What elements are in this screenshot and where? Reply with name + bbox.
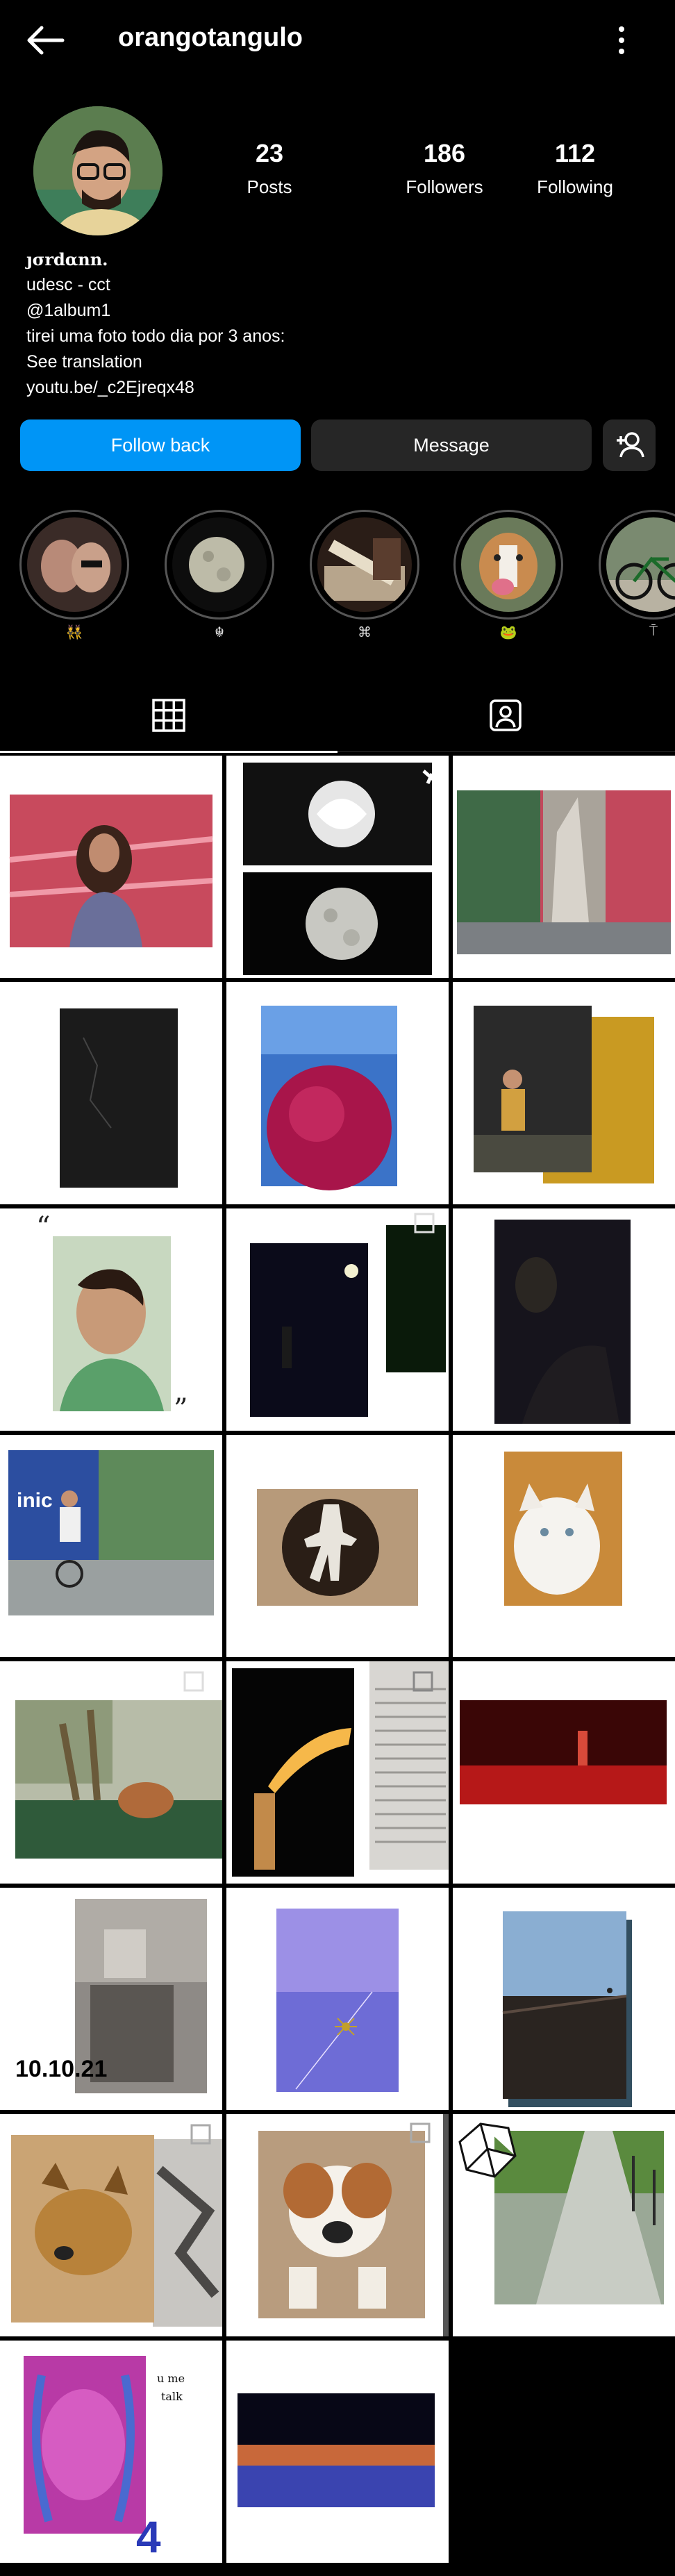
highlight-3[interactable] <box>310 510 419 620</box>
post-6[interactable] <box>453 982 675 1204</box>
svg-text:”: ” <box>174 1393 188 1425</box>
svg-text:u me: u me <box>157 2372 185 2385</box>
followers-count-label: Followers <box>406 176 483 197</box>
svg-text:inic: inic <box>17 1489 53 1512</box>
active-tab-indicator <box>0 751 338 753</box>
svg-text:talk: talk <box>161 2390 183 2403</box>
posts-count-value: 23 <box>255 139 284 167</box>
post-1[interactable] <box>0 756 222 978</box>
post-13[interactable] <box>0 1661 222 1884</box>
post-16[interactable]: 10.10.21 <box>0 1888 222 2110</box>
post-19[interactable] <box>0 2114 222 2336</box>
bio-url-link[interactable]: youtu.be/_c2Ejreqx48 <box>26 375 285 401</box>
highlight-4-label: 🐸 <box>499 625 517 640</box>
post-11[interactable] <box>226 1435 449 1657</box>
post-17[interactable] <box>226 1888 449 2110</box>
highlight-3-cover <box>317 517 412 612</box>
posts-grid: “” inic 10.10.21 u me talk 4 <box>0 756 675 2576</box>
display-name: ȷσrdαnn. <box>26 249 108 269</box>
highlight-5[interactable] <box>599 510 675 620</box>
tagged-person-icon <box>490 699 522 731</box>
followers-count[interactable]: 186 Followers <box>375 139 514 198</box>
post-16-date-overlay: 10.10.21 <box>15 2056 108 2082</box>
highlight-2-label: ☬ <box>214 625 225 640</box>
highlight-4[interactable] <box>453 510 563 620</box>
tagged-tab[interactable] <box>488 698 523 733</box>
add-person-icon <box>617 432 644 458</box>
post-4[interactable] <box>0 982 222 1204</box>
post-8[interactable] <box>226 1208 449 1431</box>
bio-mention-link[interactable]: @1album1 <box>26 298 285 324</box>
highlight-1-cover <box>27 517 122 612</box>
highlight-1-label: 👯 <box>65 625 83 640</box>
posts-count[interactable]: 23 Posts <box>200 139 339 198</box>
post-5[interactable] <box>226 982 449 1204</box>
posts-count-label: Posts <box>247 176 292 197</box>
post-22-number-overlay: 4 <box>136 2512 161 2562</box>
grid-icon <box>152 699 185 732</box>
following-count[interactable]: 112 Following <box>506 139 644 198</box>
post-12[interactable] <box>453 1435 675 1657</box>
highlight-5-label: ⍑ <box>649 624 658 639</box>
post-14[interactable] <box>226 1661 449 1884</box>
top-bar: orangotangulo <box>0 0 675 80</box>
highlight-4-cover <box>461 517 556 612</box>
post-3[interactable] <box>453 756 675 978</box>
post-20[interactable] <box>226 2114 449 2336</box>
post-9[interactable] <box>453 1208 675 1431</box>
post-10[interactable]: inic <box>0 1435 222 1657</box>
post-15[interactable] <box>453 1661 675 1884</box>
avatar[interactable] <box>33 106 162 235</box>
highlight-5-cover <box>606 517 675 612</box>
following-count-value: 112 <box>554 139 596 167</box>
profile-username: orangotangulo <box>118 23 303 52</box>
highlight-1[interactable] <box>19 510 129 620</box>
message-button[interactable]: Message <box>311 419 592 471</box>
followers-count-value: 186 <box>423 139 466 167</box>
follow-back-button[interactable]: Follow back <box>20 419 301 471</box>
grid-view-tab[interactable] <box>151 698 186 733</box>
post-23[interactable] <box>226 2341 449 2563</box>
post-2[interactable] <box>226 756 449 978</box>
following-count-label: Following <box>537 176 613 197</box>
post-7[interactable]: “” <box>0 1208 222 1431</box>
see-translation-link[interactable]: See translation <box>26 349 285 375</box>
profile-bio: ȷσrdαnn. udesc - cct @1album1 tirei uma … <box>26 247 285 401</box>
highlight-2-cover <box>172 517 267 612</box>
more-options-icon[interactable] <box>611 21 632 60</box>
suggest-people-button[interactable] <box>603 419 656 471</box>
bio-line: udesc - cct <box>26 275 110 294</box>
highlight-3-label: ⌘ <box>358 625 372 640</box>
back-arrow-icon[interactable] <box>21 19 69 61</box>
post-18[interactable] <box>453 1888 675 2110</box>
svg-text:“: “ <box>36 1211 50 1243</box>
bio-line: tirei uma foto todo dia por 3 anos: <box>26 326 285 346</box>
post-21[interactable] <box>453 2114 675 2336</box>
tab-divider <box>338 751 675 752</box>
post-22[interactable]: u me talk 4 <box>0 2341 222 2563</box>
highlight-2[interactable] <box>165 510 274 620</box>
